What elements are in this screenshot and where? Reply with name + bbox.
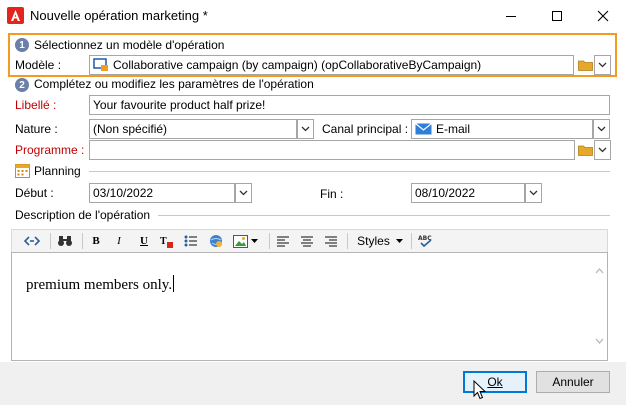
insert-image-button[interactable] bbox=[231, 232, 259, 250]
bullet-list-button[interactable] bbox=[182, 232, 200, 250]
step-1-badge: 1 bbox=[15, 38, 29, 52]
editor-content: premium members only. bbox=[26, 275, 175, 294]
styles-label: Styles bbox=[357, 234, 390, 248]
folder-icon bbox=[578, 60, 593, 71]
description-editor[interactable]: premium members only. bbox=[11, 252, 608, 361]
dialog-footer bbox=[0, 362, 626, 405]
model-label: Modèle : bbox=[15, 58, 62, 72]
programme-input[interactable] bbox=[89, 140, 575, 160]
underline-button[interactable]: U bbox=[135, 232, 153, 250]
bold-button[interactable]: B bbox=[87, 232, 105, 250]
step-1-heading: Sélectionnez un modèle d'opération bbox=[34, 38, 225, 52]
canal-value: E-mail bbox=[436, 122, 471, 136]
fin-date-input[interactable]: 08/10/2022 bbox=[411, 183, 525, 203]
folder-icon bbox=[578, 145, 593, 156]
model-dropdown-button[interactable] bbox=[594, 55, 611, 75]
bullet-list-icon bbox=[184, 235, 197, 247]
text-caret bbox=[173, 275, 175, 292]
ok-label: Ok bbox=[487, 375, 503, 389]
source-code-button[interactable] bbox=[22, 232, 42, 250]
debut-date-dropdown[interactable] bbox=[235, 183, 252, 203]
binoculars-icon bbox=[58, 236, 72, 246]
chevron-down-icon bbox=[598, 147, 607, 153]
toolbar-separator bbox=[347, 233, 348, 249]
align-right-icon bbox=[325, 235, 337, 247]
chevron-down-icon bbox=[250, 239, 258, 243]
close-icon bbox=[597, 10, 609, 22]
canal-label: Canal principal : bbox=[322, 122, 409, 136]
toolbar-separator bbox=[269, 233, 270, 249]
programme-label: Programme : bbox=[15, 143, 85, 157]
nature-dropdown-button[interactable] bbox=[297, 119, 314, 139]
calendar-icon bbox=[15, 163, 30, 181]
toolbar-separator bbox=[411, 233, 412, 249]
step-2-badge: 2 bbox=[15, 78, 29, 92]
italic-button[interactable]: I bbox=[110, 232, 128, 250]
programme-browse-button[interactable] bbox=[577, 141, 594, 159]
editor-toolbar: B I U T Styles ABC bbox=[11, 229, 608, 252]
editor-scrollbar[interactable] bbox=[592, 255, 607, 359]
planning-separator bbox=[89, 171, 610, 172]
maximize-button[interactable] bbox=[534, 0, 580, 32]
spell-check-button[interactable]: ABC bbox=[416, 232, 436, 250]
fin-date-dropdown[interactable] bbox=[525, 183, 542, 203]
align-left-icon bbox=[277, 235, 289, 247]
nature-select[interactable]: (Non spécifié) bbox=[89, 119, 297, 139]
spell-check-icon: ABC bbox=[418, 235, 432, 248]
find-button[interactable] bbox=[55, 232, 75, 250]
nature-label: Nature : bbox=[15, 122, 58, 136]
minimize-button[interactable] bbox=[488, 0, 534, 32]
fin-label: Fin : bbox=[320, 187, 344, 201]
source-code-icon bbox=[24, 236, 40, 246]
campaign-icon bbox=[93, 58, 108, 71]
svg-text:T: T bbox=[160, 236, 167, 247]
toolbar-separator bbox=[50, 233, 51, 249]
text-color-button[interactable]: T bbox=[158, 232, 176, 250]
window-title: Nouvelle opération marketing * bbox=[30, 8, 208, 23]
cancel-button[interactable]: Annuler bbox=[536, 371, 610, 393]
align-right-button[interactable] bbox=[322, 232, 340, 250]
step-2-heading: Complétez ou modifiez les paramètres de … bbox=[34, 77, 314, 91]
libelle-input[interactable]: Your favourite product half prize! bbox=[89, 95, 610, 115]
chevron-down-icon bbox=[395, 239, 403, 243]
maximize-icon bbox=[552, 11, 562, 21]
minimize-icon bbox=[506, 16, 516, 17]
debut-date-input[interactable]: 03/10/2022 bbox=[89, 183, 235, 203]
description-heading: Description de l'opération bbox=[15, 208, 151, 222]
canal-dropdown-button[interactable] bbox=[593, 119, 610, 139]
model-value: Collaborative campaign (by campaign) (op… bbox=[113, 58, 482, 72]
globe-link-icon bbox=[209, 235, 222, 247]
image-icon bbox=[232, 234, 248, 248]
model-browse-button[interactable] bbox=[577, 56, 594, 74]
planning-heading: Planning bbox=[34, 164, 81, 178]
mouse-cursor-icon bbox=[473, 379, 487, 403]
chevron-down-icon bbox=[301, 126, 310, 132]
close-button[interactable] bbox=[580, 0, 626, 32]
chevron-down-icon bbox=[239, 190, 248, 196]
insert-link-button[interactable] bbox=[207, 232, 225, 250]
chevron-down-icon bbox=[598, 62, 607, 68]
toolbar-separator bbox=[82, 233, 83, 249]
programme-dropdown-button[interactable] bbox=[594, 140, 611, 160]
email-icon bbox=[415, 123, 432, 135]
text-color-icon: T bbox=[160, 236, 173, 248]
align-left-button[interactable] bbox=[274, 232, 292, 250]
debut-label: Début : bbox=[15, 186, 54, 200]
libelle-label: Libellé : bbox=[15, 98, 57, 112]
cancel-label: Annuler bbox=[552, 375, 594, 389]
styles-dropdown[interactable]: Styles bbox=[352, 232, 408, 250]
align-center-icon bbox=[301, 235, 313, 247]
align-center-button[interactable] bbox=[298, 232, 316, 250]
app-logo-icon bbox=[7, 7, 24, 24]
chevron-down-icon bbox=[597, 126, 606, 132]
editor-text: premium members only. bbox=[26, 277, 173, 293]
canal-select[interactable]: E-mail bbox=[411, 119, 593, 139]
model-field[interactable]: Collaborative campaign (by campaign) (op… bbox=[89, 55, 574, 75]
chevron-down-icon bbox=[529, 190, 538, 196]
title-bar: Nouvelle opération marketing * bbox=[0, 0, 626, 32]
description-separator bbox=[158, 215, 610, 216]
